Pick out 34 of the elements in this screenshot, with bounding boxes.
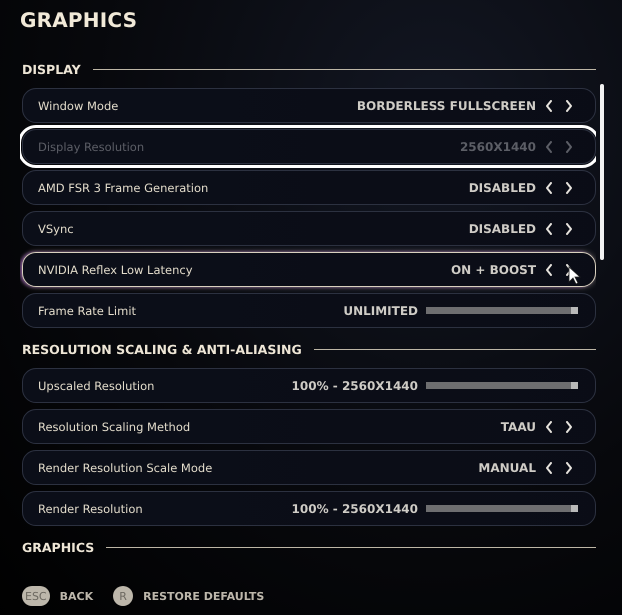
setting-label: Frame Rate Limit bbox=[38, 304, 138, 318]
page-title: GRAPHICS bbox=[20, 8, 138, 34]
hint-label[interactable]: RESTORE DEFAULTS bbox=[143, 590, 264, 602]
section-heading: RESOLUTION SCALING & ANTI-ALIASING bbox=[22, 342, 302, 356]
setting-label: AMD FSR 3 Frame Generation bbox=[38, 180, 210, 194]
setting-label: Render Resolution Scale Mode bbox=[38, 460, 214, 474]
scrollbar[interactable] bbox=[600, 84, 604, 260]
setting-label: Window Mode bbox=[38, 98, 120, 112]
setting-value: UNLIMITED bbox=[343, 304, 418, 318]
setting-label: Display Resolution bbox=[38, 140, 146, 154]
section-heading: GRAPHICS bbox=[22, 540, 94, 554]
setting-label: NVIDIA Reflex Low Latency bbox=[38, 262, 194, 276]
setting-row[interactable]: Upscaled Resolution 100% - 2560X1440 bbox=[22, 368, 596, 403]
setting-label: Resolution Scaling Method bbox=[38, 420, 192, 434]
setting-value: MANUAL bbox=[478, 460, 536, 474]
setting-value: DISABLED bbox=[468, 222, 536, 236]
hint-label[interactable]: BACK bbox=[60, 590, 94, 602]
setting-row[interactable]: Frame Rate Limit UNLIMITED bbox=[22, 293, 596, 328]
setting-value: 100% - 2560X1440 bbox=[292, 502, 418, 516]
setting-label: VSync bbox=[38, 222, 75, 236]
setting-value: BORDERLESS FULLSCREEN bbox=[356, 98, 536, 112]
setting-row[interactable]: Render Resolution 100% - 2560X1440 bbox=[22, 491, 596, 526]
setting-value: 2560X1440 bbox=[460, 140, 536, 154]
setting-label: Render Resolution bbox=[38, 502, 144, 516]
slider-fill[interactable] bbox=[426, 307, 578, 314]
setting-value: DISABLED bbox=[468, 180, 536, 194]
setting-value: TAAU bbox=[500, 420, 536, 434]
setting-value: ON + BOOST bbox=[450, 262, 536, 276]
mouse-cursor-icon bbox=[568, 266, 581, 284]
setting-label: Upscaled Resolution bbox=[38, 378, 156, 392]
slider-fill[interactable] bbox=[426, 505, 578, 512]
section-heading: DISPLAY bbox=[22, 62, 81, 76]
slider-fill[interactable] bbox=[426, 382, 578, 389]
setting-value: 100% - 2560X1440 bbox=[292, 378, 418, 392]
